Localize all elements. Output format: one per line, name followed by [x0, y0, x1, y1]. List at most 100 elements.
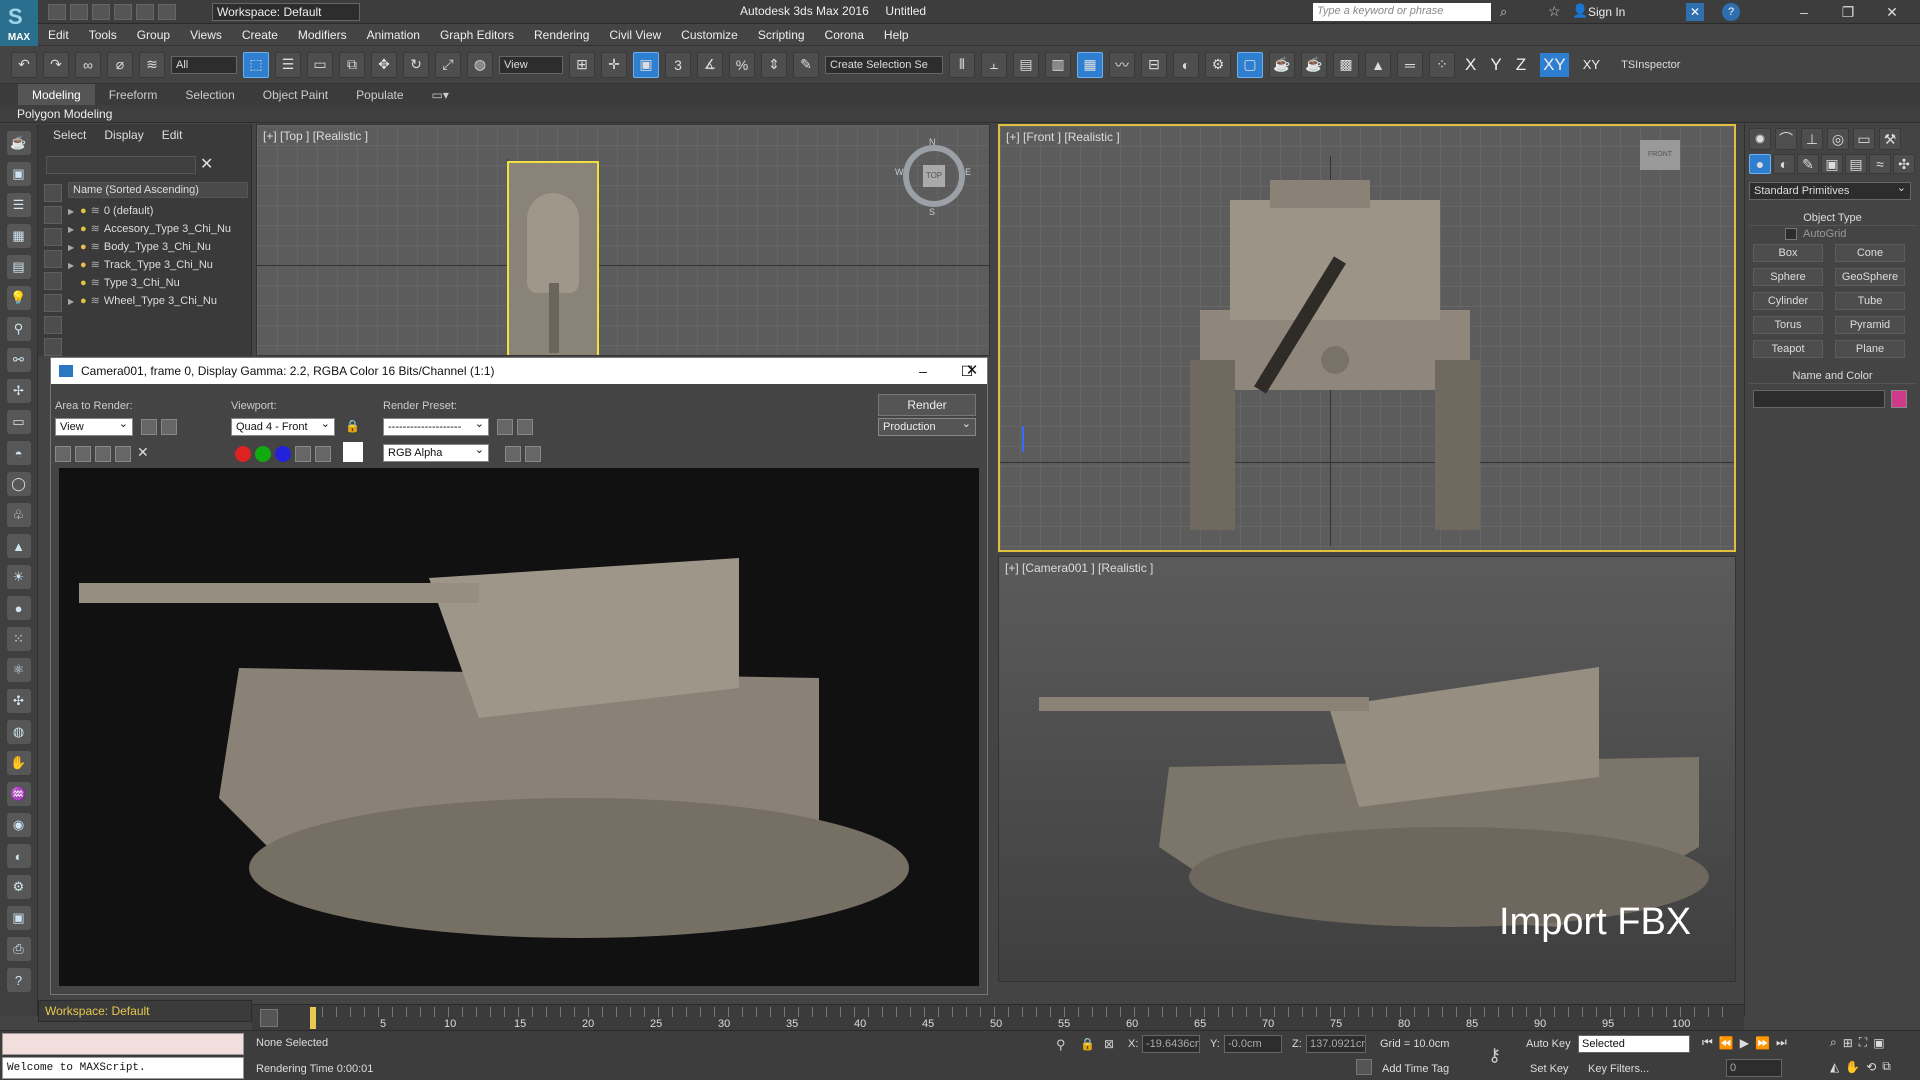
display-none-icon[interactable]: [44, 184, 62, 202]
select-by-name-icon[interactable]: ☰: [275, 51, 301, 78]
autogrid-checkbox[interactable]: [1785, 228, 1797, 240]
hand-icon[interactable]: ✋: [6, 751, 31, 775]
viewport-front[interactable]: [+] [Front ] [Realistic ] FRONT: [998, 124, 1736, 552]
key-icon[interactable]: ⚷: [1488, 1045, 1501, 1066]
torus-button[interactable]: Torus: [1753, 316, 1823, 334]
schematic-view-icon[interactable]: ⊟: [1141, 51, 1167, 78]
menu-scripting[interactable]: Scripting: [758, 24, 805, 46]
expand-icon[interactable]: ▶: [68, 293, 80, 311]
list-item[interactable]: ● ≋ Type 3_Chi_Nu: [68, 274, 180, 292]
cameras-icon[interactable]: ▣: [1821, 154, 1843, 174]
viewport-top[interactable]: [+] [Top ] [Realistic ] TOP N E S W: [256, 124, 990, 356]
edit-region-icon[interactable]: [141, 419, 157, 435]
tsinspector-button[interactable]: TSInspector: [1621, 59, 1680, 71]
key-mode-dropdown[interactable]: Selected: [1578, 1035, 1690, 1053]
utility-icon[interactable]: ⚙: [6, 875, 31, 899]
cone-icon[interactable]: ▲: [6, 534, 31, 558]
viewcube[interactable]: FRONT: [1640, 140, 1680, 170]
camera-filter-icon[interactable]: [44, 316, 62, 334]
named-selection-dropdown[interactable]: Create Selection Se: [825, 55, 943, 74]
selection-lock-icon[interactable]: 🔒: [1080, 1037, 1095, 1051]
geometry-filter-icon[interactable]: [44, 250, 62, 268]
motion-tab-icon[interactable]: ◎: [1827, 128, 1849, 150]
absolute-mode-icon[interactable]: ⊠: [1104, 1037, 1114, 1051]
select-manipulate-icon[interactable]: ✛: [601, 51, 627, 78]
auto-region-icon[interactable]: [161, 419, 177, 435]
snaps-toggle-icon[interactable]: 3: [665, 51, 691, 78]
render-setup-icon[interactable]: ⚙: [1205, 51, 1231, 78]
grid-icon[interactable]: ▦: [6, 224, 31, 248]
menu-corona[interactable]: Corona: [825, 24, 864, 46]
add-time-tag[interactable]: Add Time Tag: [1382, 1063, 1449, 1075]
teapot-icon[interactable]: ☕: [6, 131, 31, 155]
maximize-toggle-icon[interactable]: ⧉: [1882, 1059, 1891, 1074]
new-file-icon[interactable]: [48, 4, 66, 20]
print-image-icon[interactable]: [115, 446, 131, 462]
scene-explorer-icon[interactable]: ▦: [1077, 51, 1103, 78]
clone-window-icon[interactable]: [95, 446, 111, 462]
expand-icon[interactable]: ▶: [68, 257, 80, 275]
expand-icon[interactable]: ▶: [68, 221, 80, 239]
ribbon-options-icon[interactable]: ▭▾: [418, 84, 463, 106]
maxscript-listener-input[interactable]: [2, 1033, 244, 1055]
render-setup-icon[interactable]: [497, 419, 513, 435]
viewport-dropdown[interactable]: Quad 4 - Front: [231, 416, 335, 436]
zoom-all-icon[interactable]: ⊞: [1843, 1036, 1853, 1050]
render-production-icon[interactable]: ☕: [1269, 51, 1295, 78]
mini-curve-editor-icon[interactable]: [260, 1009, 278, 1027]
globe-icon[interactable]: ◍: [6, 720, 31, 744]
tab-selection[interactable]: Selection: [171, 84, 248, 106]
question-icon[interactable]: ?: [6, 968, 31, 992]
light-bulb-icon[interactable]: ●: [80, 205, 87, 217]
y-coordinate-field[interactable]: -0.0cm: [1224, 1035, 1282, 1053]
list-icon[interactable]: ☰: [6, 193, 31, 217]
viewcube-face[interactable]: TOP: [923, 165, 945, 187]
expand-icon[interactable]: ▶: [68, 239, 80, 257]
go-to-start-icon[interactable]: ⏮: [1702, 1035, 1713, 1050]
lock-icon[interactable]: 🔒: [345, 419, 360, 433]
alpha-channel-icon[interactable]: [295, 446, 311, 462]
save-file-icon[interactable]: [92, 4, 110, 20]
rotate-icon[interactable]: ↻: [403, 51, 429, 78]
layer-explorer-icon[interactable]: ▤: [1013, 51, 1039, 78]
geometry-icon[interactable]: ●: [1749, 154, 1771, 174]
exchange-icon[interactable]: ✕: [1686, 3, 1704, 21]
explorer-search-input[interactable]: [46, 156, 196, 174]
explorer-menu-edit[interactable]: Edit: [162, 124, 183, 146]
go-to-end-icon[interactable]: ⏭: [1776, 1035, 1787, 1050]
tab-freeform[interactable]: Freeform: [95, 84, 172, 106]
viewport-camera[interactable]: [+] [Camera001 ] [Realistic ] Import FBX: [998, 556, 1736, 982]
select-object-icon[interactable]: ⬚: [243, 51, 269, 78]
pan-icon[interactable]: ✋: [1845, 1060, 1860, 1074]
shape-filter-icon[interactable]: [44, 272, 62, 290]
red-channel-icon[interactable]: [235, 446, 251, 462]
maximize-viewport-icon[interactable]: ▣: [1873, 1036, 1884, 1050]
light-bulb-icon[interactable]: ●: [80, 223, 87, 235]
play-icon[interactable]: ▶: [1740, 1036, 1749, 1050]
menu-views[interactable]: Views: [190, 24, 222, 46]
light-filter-icon[interactable]: [44, 294, 62, 312]
redo-icon[interactable]: ↷: [43, 51, 69, 78]
systems-icon[interactable]: ✣: [1893, 154, 1915, 174]
list-item[interactable]: ▶ ● ≋ Track_Type 3_Chi_Nu: [68, 256, 213, 274]
display-icon[interactable]: ▣: [6, 162, 31, 186]
star-icon[interactable]: ☆: [1548, 3, 1561, 20]
time-slider[interactable]: 5 10 15 20 25 30 35 40 45 50 55 60 65 70…: [252, 1004, 1744, 1030]
sphere-icon[interactable]: ◯: [6, 472, 31, 496]
viewcube[interactable]: TOP N E S W: [895, 137, 971, 217]
menu-tools[interactable]: Tools: [89, 24, 117, 46]
blue-channel-icon[interactable]: [275, 446, 291, 462]
key-filters-button[interactable]: Key Filters...: [1588, 1063, 1649, 1075]
rectangular-selection-icon[interactable]: ▭: [307, 51, 333, 78]
explorer-menu-select[interactable]: Select: [53, 124, 86, 146]
environment-icon[interactable]: [517, 419, 533, 435]
unlink-icon[interactable]: ⌀: [107, 51, 133, 78]
measure-icon[interactable]: ▲: [1365, 51, 1391, 78]
workspace-dropdown[interactable]: Workspace: Default: [212, 3, 360, 21]
box-button[interactable]: Box: [1753, 244, 1823, 262]
display-all-icon[interactable]: [44, 206, 62, 224]
helpers-icon[interactable]: ▤: [1845, 154, 1867, 174]
dome-icon[interactable]: ◓: [6, 441, 31, 465]
world-icon[interactable]: ◐: [6, 844, 31, 868]
time-tag-icon[interactable]: [1356, 1059, 1372, 1075]
